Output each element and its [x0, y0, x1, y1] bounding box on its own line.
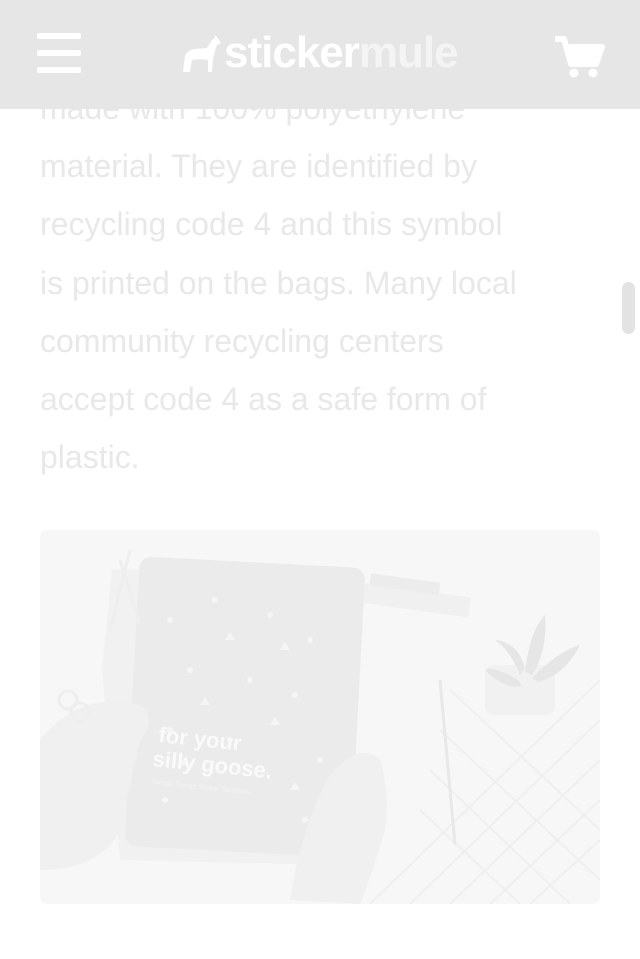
logo-text-mule: mule — [358, 28, 459, 77]
product-photo: for your silly goose. Simple Things Stic… — [40, 530, 600, 904]
logo-wordmark: stickermule — [224, 28, 459, 78]
logo-text-sticker: sticker — [224, 28, 360, 77]
mule-logo-icon — [183, 35, 221, 72]
paragraph-line: accept code 4 as a safe form of — [40, 381, 487, 418]
scrollbar-thumb[interactable] — [622, 282, 635, 334]
stickermule-logo[interactable]: stickermule — [179, 28, 464, 78]
hamburger-menu-icon[interactable] — [37, 33, 82, 73]
article-paragraph: made with 100% polyethylene material. Th… — [40, 79, 600, 486]
paragraph-line: material. They are identified by — [40, 148, 477, 185]
paragraph-line: community recycling centers — [40, 322, 444, 359]
shopping-cart-icon[interactable] — [553, 35, 605, 79]
paragraph-line: is printed on the bags. Many local — [40, 264, 517, 301]
paragraph-line: plastic. — [40, 439, 140, 476]
article-content: made with 100% polyethylene material. Th… — [40, 79, 600, 486]
top-navigation-bar: stickermule — [0, 0, 640, 109]
paragraph-line: recycling code 4 and this symbol — [40, 206, 503, 243]
